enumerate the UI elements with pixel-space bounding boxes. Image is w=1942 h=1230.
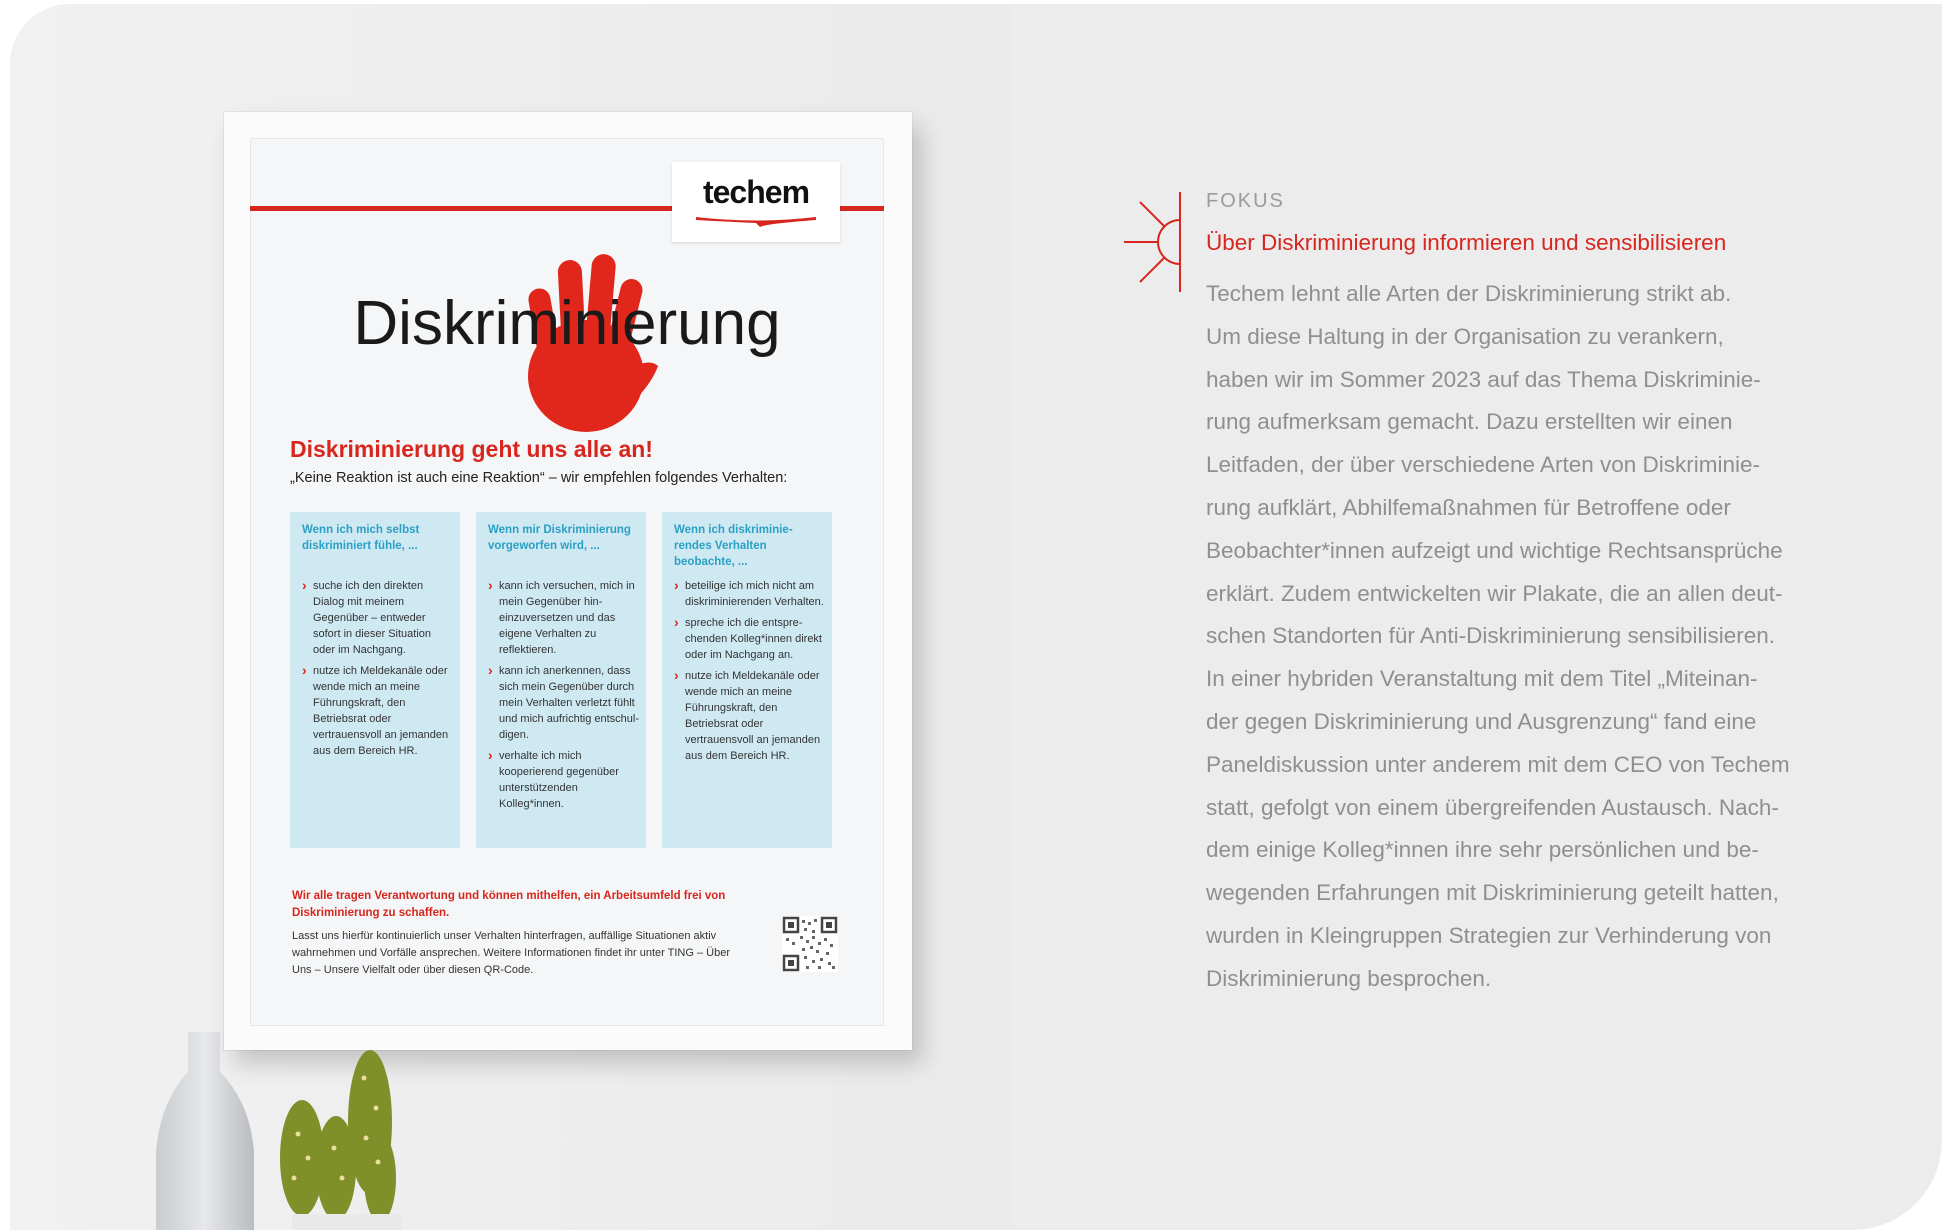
column-bullets: beteilige ich mich nicht am diskriminier… [674,577,826,769]
body-line: Paneldiskussion unter anderem mit dem CE… [1206,751,1790,777]
body-line: Um diese Haltung in der Organisation zu … [1206,323,1724,349]
column-bullets: suche ich den direkten Dialog mit meinem… [302,577,454,764]
article-kicker: FOKUS [1206,190,1285,212]
article-body: Techem lehnt alle Arten der Diskriminier… [1206,273,1790,1001]
body-line: Beobachter*innen aufzeigt und wichtige R… [1206,537,1783,563]
bullet-item: beteilige ich mich nicht am diskriminier… [674,577,826,610]
body-line: schen Standorten für Anti-Diskriminierun… [1206,623,1776,649]
article-title: Über Diskriminierung informieren und sen… [1206,230,1727,255]
logo-text: techem [702,174,810,210]
body-line: wurden in Kleingruppen Strategien zur Ve… [1206,922,1772,948]
body-line: wegenden Erfahrungen mit Diskriminierung… [1206,880,1779,906]
body-line: Leitfaden, der über verschiedene Arten v… [1206,452,1761,478]
body-line: Diskriminierung besprochen. [1206,965,1492,991]
poster-footer-text: Lasst uns hierfür kontinuierlich unser V… [292,930,731,976]
page: techem Diskriminierung Diskriminierung g… [10,4,1942,1230]
poster-big-word: Diskriminierung [353,289,781,358]
vase-icon [156,1032,254,1230]
bullet-item: spreche ich die entspre­chenden Kolleg*i… [674,614,826,663]
body-line: In einer hybriden Veranstaltung mit dem … [1206,666,1758,692]
body-line: rung aufklärt, Abhilfemaßnahmen für Betr… [1206,494,1731,520]
column-bullets: kann ich versuchen, mich in mein Gegenüb… [488,577,640,817]
body-line: Techem lehnt alle Arten der Diskriminier… [1206,281,1732,306]
cactus-icon [280,1050,402,1230]
column-title: Wenn ich mich selbst diskriminiert fühle… [302,524,420,552]
column-title: Wenn ich diskriminie­rendes Verhalten be… [674,524,793,568]
logo-swoosh-icon [696,217,816,227]
body-line: statt, gefolgt von einem übergreifenden … [1206,794,1779,820]
poster-photo: techem Diskriminierung Diskriminierung g… [10,4,1010,1230]
body-line: der gegen Diskriminierung und Ausgrenzun… [1206,708,1757,734]
qr-code-icon [782,916,838,972]
techem-logo: techem [672,162,840,242]
body-line: dem einige Kolleg*innen ihre sehr persön… [1206,837,1759,863]
poster-subline: „Keine Reaktion ist auch eine Reaktion“ … [290,470,788,486]
column-title: Wenn mir Diskrimi­nierung vorgeworfen wi… [488,524,631,552]
poster: techem Diskriminierung Diskriminierung g… [250,138,884,1026]
bullet-item: kann ich anerkennen, dass sich mein Gege… [488,662,640,743]
bullet-item: nutze ich Meldekanäle oder wende mich an… [674,667,826,764]
bullet-item: suche ich den direkten Dialog mit meinem… [302,577,454,658]
focus-sun-icon [1124,192,1181,292]
bullet-item: verhalte ich mich kooperierend gegenüber… [488,747,640,812]
bullet-item: nutze ich Meldekanäle oder wende mich an… [302,662,454,759]
poster-footer-red: Wir alle tragen Verantwortung und können… [292,890,726,919]
picture-frame: techem Diskriminierung Diskriminierung g… [224,112,912,1050]
body-line: haben wir im Sommer 2023 auf das Thema D… [1206,366,1761,392]
poster-column-3: Wenn ich diskriminie­rendes Verhalten be… [662,512,832,848]
poster-column-2: Wenn mir Diskrimi­nierung vorgeworfen wi… [476,512,646,848]
body-line: erklärt. Zudem entwickelten wir Plakate,… [1206,580,1783,606]
bullet-item: kann ich versuchen, mich in mein Gegenüb… [488,577,640,658]
poster-column-1: Wenn ich mich selbst diskriminiert fühle… [290,512,460,848]
poster-headline: Diskriminierung geht uns alle an! [290,436,653,462]
body-line: rung aufmerksam gemacht. Dazu erstellten… [1206,409,1733,435]
